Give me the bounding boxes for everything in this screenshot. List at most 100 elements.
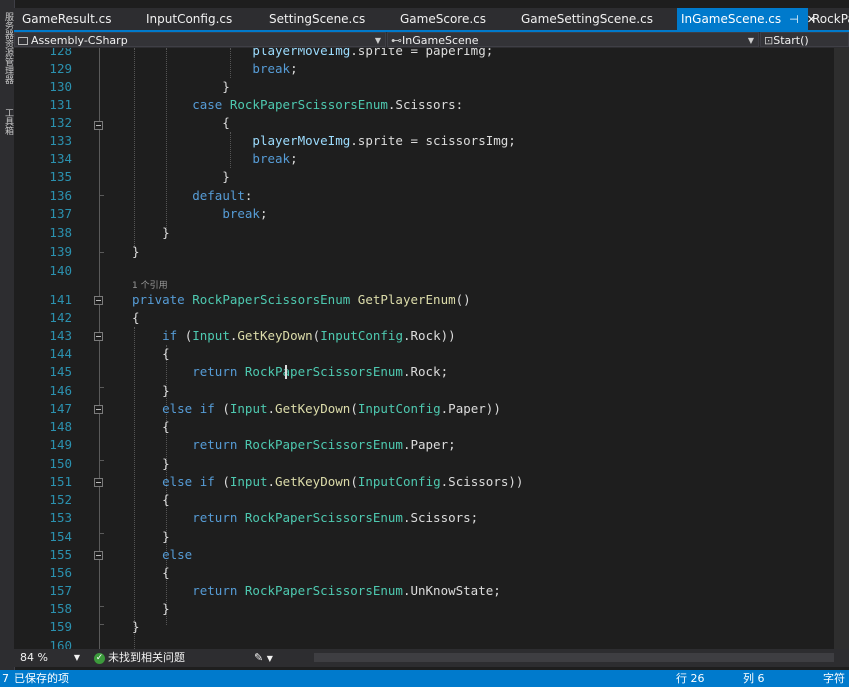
line-number: 151 bbox=[49, 474, 72, 489]
outline-end-marker bbox=[99, 387, 104, 388]
tab-gameresult[interactable]: GameResult.cs bbox=[22, 8, 111, 30]
class-dropdown[interactable]: ⊷InGameScene ▼ bbox=[387, 32, 759, 47]
vertical-scrollbar[interactable] bbox=[834, 48, 849, 649]
code-line-158: } bbox=[132, 601, 170, 616]
line-number: 140 bbox=[49, 263, 72, 278]
collapse-icon[interactable] bbox=[94, 296, 103, 305]
line-number: 155 bbox=[49, 547, 72, 562]
member-name: Start() bbox=[773, 34, 809, 47]
tab-ingamescene[interactable]: InGameScene.cs ⊣ ✕ bbox=[677, 8, 816, 31]
code-cleanup-button[interactable]: ✎ ▼ bbox=[254, 651, 273, 666]
line-number: 143 bbox=[49, 328, 72, 343]
code-line-157: return RockPaperScissorsEnum.UnKnowState… bbox=[192, 583, 501, 598]
line-number: 153 bbox=[49, 510, 72, 525]
line-number: 146 bbox=[49, 383, 72, 398]
line-number: 154 bbox=[49, 529, 72, 544]
code-editor[interactable]: 128 129 130 131 132 133 134 135 136 137 … bbox=[14, 48, 849, 649]
code-line-151: else if (Input.GetKeyDown(InputConfig.Sc… bbox=[162, 474, 524, 489]
outline-end-marker bbox=[99, 606, 104, 607]
check-icon: ✓ bbox=[94, 652, 105, 664]
code-line-134: break; bbox=[252, 151, 298, 166]
line-number: 137 bbox=[49, 206, 72, 221]
tab-inputconfig[interactable]: InputConfig.cs bbox=[146, 8, 232, 30]
line-number: 128 bbox=[49, 48, 72, 58]
code-line-147: else if (Input.GetKeyDown(InputConfig.Pa… bbox=[162, 401, 501, 416]
code-line-153: return RockPaperScissorsEnum.Scissors; bbox=[192, 510, 479, 525]
code-line-148: { bbox=[132, 419, 170, 434]
line-number: 144 bbox=[49, 346, 72, 361]
toolbox-tab[interactable]: 工具箱 bbox=[1, 108, 13, 135]
collapse-icon[interactable] bbox=[94, 551, 103, 560]
tab-ingamescene-label: InGameScene.cs bbox=[681, 12, 782, 26]
collapse-icon[interactable] bbox=[94, 121, 103, 130]
status-fragment: 7 bbox=[2, 672, 9, 685]
editor-bottom-bar: 84 % ▼ ✓ 未找到相关问题 ✎ ▼ bbox=[14, 649, 849, 667]
outline-end-marker bbox=[99, 460, 104, 461]
code-line-143: if (Input.GetKeyDown(InputConfig.Rock)) bbox=[162, 328, 456, 343]
code-line-137: break; bbox=[222, 206, 268, 221]
tab-settingscene[interactable]: SettingScene.cs bbox=[269, 8, 365, 30]
code-line-131: case RockPaperScissorsEnum.Scissors: bbox=[192, 97, 464, 112]
line-indicator[interactable]: 行 26 bbox=[676, 670, 705, 687]
code-line-142: { bbox=[132, 310, 140, 325]
line-number: 134 bbox=[49, 151, 72, 166]
member-dropdown[interactable]: ⊡Start() bbox=[760, 32, 849, 47]
code-line-130: } bbox=[132, 79, 230, 94]
issues-text: 未找到相关问题 bbox=[108, 651, 185, 664]
line-number: 149 bbox=[49, 437, 72, 452]
zoom-dropdown[interactable]: 84 % ▼ bbox=[20, 651, 80, 665]
zoom-value: 84 % bbox=[20, 651, 48, 664]
chevron-down-icon: ▼ bbox=[374, 36, 381, 45]
class-icon: ⊷ bbox=[391, 34, 402, 47]
chevron-down-icon: ▼ bbox=[747, 36, 754, 45]
line-number: 160 bbox=[49, 638, 72, 649]
line-number: 129 bbox=[49, 61, 72, 76]
code-line-154: } bbox=[132, 529, 170, 544]
line-number: 142 bbox=[49, 310, 72, 325]
code-line-144: { bbox=[132, 346, 170, 361]
code-line-156: { bbox=[132, 565, 170, 580]
line-number: 145 bbox=[49, 364, 72, 379]
navigation-bar: Assembly-CSharp ▼ ⊷InGameScene ▼ ⊡Start(… bbox=[14, 32, 849, 48]
line-number: 139 bbox=[49, 244, 72, 259]
code-line-155: else bbox=[162, 547, 193, 562]
line-number: 159 bbox=[49, 619, 72, 634]
code-line-152: { bbox=[132, 492, 170, 507]
char-indicator[interactable]: 字符 bbox=[823, 670, 845, 687]
reference-count-hint[interactable]: 1 个引用 bbox=[132, 278, 168, 291]
line-number: 141 bbox=[49, 292, 72, 307]
code-line-135: } bbox=[132, 169, 230, 184]
collapse-icon[interactable] bbox=[94, 332, 103, 341]
issues-indicator[interactable]: ✓ 未找到相关问题 bbox=[94, 651, 185, 665]
line-number: 133 bbox=[49, 133, 72, 148]
chevron-down-icon: ▼ bbox=[266, 654, 273, 663]
saved-status: 已保存的项 bbox=[14, 672, 69, 685]
pin-icon[interactable]: ⊣ bbox=[789, 9, 799, 31]
code-line-138: } bbox=[132, 225, 170, 240]
collapse-icon[interactable] bbox=[94, 478, 103, 487]
server-explorer-tab[interactable]: 服务器资源管理器 bbox=[1, 12, 13, 84]
class-name: InGameScene bbox=[402, 34, 479, 47]
column-indicator[interactable]: 列 6 bbox=[743, 670, 765, 687]
collapse-icon[interactable] bbox=[94, 405, 103, 414]
code-line-141: private RockPaperScissorsEnum GetPlayerE… bbox=[132, 292, 471, 307]
outline-end-marker bbox=[99, 252, 104, 253]
tab-gamesettingscene[interactable]: GameSettingScene.cs bbox=[521, 8, 653, 30]
status-bar: 7 已保存的项 行 26 列 6 字符 bbox=[0, 670, 849, 687]
line-number: 135 bbox=[49, 169, 72, 184]
line-number: 130 bbox=[49, 79, 72, 94]
line-number: 138 bbox=[49, 225, 72, 240]
outline-end-marker bbox=[99, 624, 104, 625]
document-tab-bar: GameResult.cs InputConfig.cs SettingScen… bbox=[14, 8, 849, 30]
horizontal-scrollbar[interactable] bbox=[314, 653, 834, 662]
brush-icon: ✎ bbox=[254, 651, 264, 664]
outline-end-marker bbox=[99, 195, 104, 196]
project-dropdown[interactable]: Assembly-CSharp ▼ bbox=[14, 32, 386, 47]
line-number: 150 bbox=[49, 456, 72, 471]
tab-rockpaper[interactable]: RockPa bbox=[812, 8, 849, 30]
code-line-149: return RockPaperScissorsEnum.Paper; bbox=[192, 437, 456, 452]
code-line-129: break; bbox=[252, 61, 298, 76]
project-icon bbox=[18, 37, 28, 45]
tab-gamescore[interactable]: GameScore.cs bbox=[400, 8, 486, 30]
line-number: 148 bbox=[49, 419, 72, 434]
